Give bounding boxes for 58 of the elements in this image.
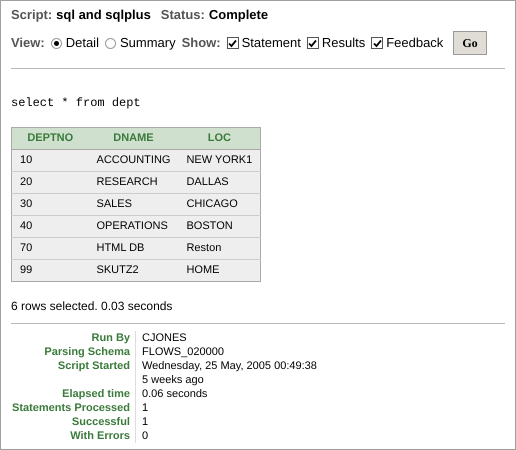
- radio-button[interactable]: [104, 38, 116, 48]
- checkbox-label: Feedback: [386, 34, 444, 52]
- column-header: DEPTNO: [12, 128, 88, 150]
- show-label: Show:: [182, 34, 221, 52]
- check-icon: [372, 38, 382, 48]
- view-label: View:: [11, 34, 45, 52]
- sql-statement: select * from dept: [11, 95, 142, 112]
- detail-value: CJONES: [142, 331, 188, 345]
- detail-label: With Errors: [1, 429, 136, 443]
- checkbox[interactable]: [371, 37, 384, 49]
- table-cell: HTML DB: [88, 238, 178, 260]
- table-cell: 70: [12, 238, 88, 260]
- go-button[interactable]: Go: [453, 31, 487, 55]
- checkbox-label: Statement: [242, 34, 301, 52]
- script-name: sql and sqlplus: [56, 6, 151, 24]
- table-cell: 30: [12, 194, 88, 216]
- table-cell: RESEARCH: [88, 172, 178, 194]
- status-label: Status:: [160, 6, 205, 24]
- detail-label: Run By: [1, 331, 136, 345]
- table-cell: SALES: [88, 194, 178, 216]
- table-cell: 10: [12, 150, 88, 172]
- detail-value: 5 weeks ago: [142, 373, 205, 387]
- detail-value: 0: [142, 429, 150, 443]
- feedback-text: 6 rows selected. 0.03 seconds: [11, 298, 174, 315]
- table-cell: OPERATIONS: [88, 216, 178, 238]
- table-cell: 40: [12, 216, 88, 238]
- detail-value: 1: [142, 401, 150, 415]
- detail-label: Parsing Schema: [1, 345, 136, 359]
- detail-label: Successful: [1, 415, 136, 429]
- script-label: Script:: [11, 6, 52, 24]
- column-header: DNAME: [88, 128, 178, 150]
- detail-value: 0.06 seconds: [142, 387, 208, 401]
- checkbox-label: Results: [322, 34, 366, 52]
- table-cell: BOSTON: [178, 216, 261, 238]
- check-icon: [228, 38, 238, 48]
- detail-value: FLOWS_020000: [142, 345, 225, 359]
- column-header: LOC: [178, 128, 261, 150]
- table-cell: Reston: [178, 238, 261, 260]
- table-cell: 99: [12, 260, 88, 282]
- checkbox[interactable]: [306, 37, 319, 49]
- detail-value: 1: [142, 415, 150, 429]
- checkbox[interactable]: [226, 37, 239, 49]
- detail-label: Script Started: [1, 359, 136, 387]
- table-cell: HOME: [178, 260, 261, 282]
- check-icon: [308, 38, 318, 48]
- table-cell: CHICAGO: [178, 194, 261, 216]
- detail-label: Statements Processed: [1, 401, 136, 415]
- detail-label: Elapsed time: [1, 387, 136, 401]
- table-cell: 20: [12, 172, 88, 194]
- table-cell: ACCOUNTING: [88, 150, 178, 172]
- status-value: Complete: [208, 6, 268, 24]
- detail-value: Wednesday, 25 May, 2005 00:49:38: [142, 359, 317, 373]
- table-cell: NEW YORK1: [178, 150, 261, 172]
- radio-label: Summary: [120, 34, 176, 52]
- table-cell: DALLAS: [178, 172, 261, 194]
- radio-button[interactable]: [50, 38, 62, 48]
- table-cell: SKUTZ2: [88, 260, 178, 282]
- radio-label: Detail: [66, 34, 99, 52]
